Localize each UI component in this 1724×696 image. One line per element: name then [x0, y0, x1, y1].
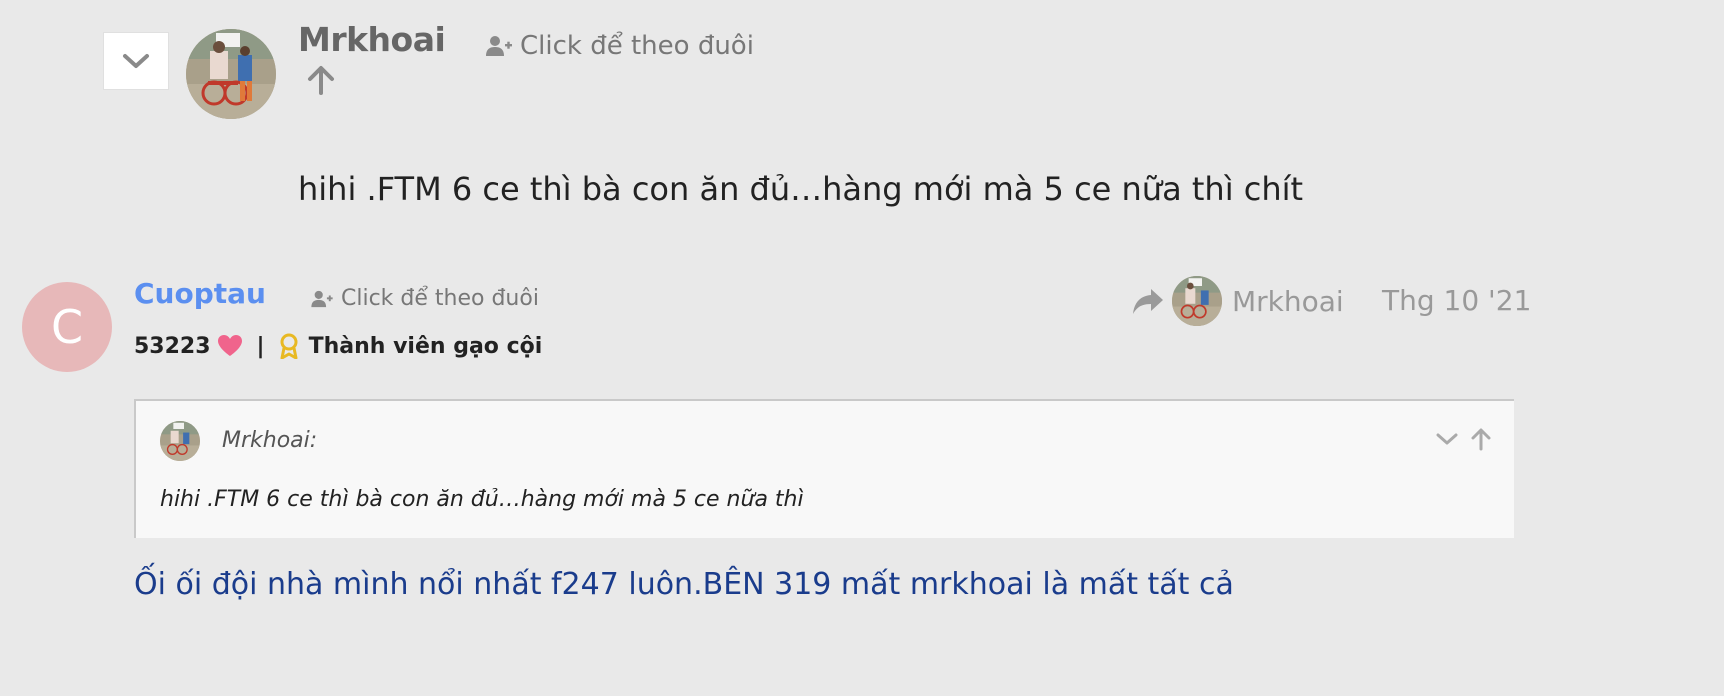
follow-button[interactable]: Click để theo đuôi [486, 31, 754, 61]
reply-author-name[interactable]: Cuoptau [134, 277, 266, 310]
post-timestamp[interactable]: Thg 10 '21 [1382, 284, 1531, 317]
parent-author-name[interactable]: Mrkhoai [298, 20, 446, 59]
user-plus-icon [311, 290, 333, 307]
quote-author-avatar [160, 421, 200, 461]
reply-to-link[interactable]: Mrkhoai [1132, 276, 1344, 326]
quote-block: Mrkhoai: hihi .FTM 6 ce thì bà con ăn đủ… [134, 399, 1514, 538]
collapse-button[interactable] [103, 32, 169, 90]
chevron-down-icon [123, 54, 149, 68]
chevron-down-icon[interactable] [1436, 432, 1458, 446]
share-arrow-icon [1133, 289, 1163, 314]
quote-author-name: Mrkhoai: [222, 428, 318, 453]
parent-post-text: hihi .FTM 6 ce thì bà con ăn đủ…hàng mới… [298, 170, 1304, 208]
upvote-button[interactable] [306, 64, 336, 100]
reply-post-text: Ối ối đội nhà mình nổi nhất f247 luôn.BÊ… [134, 567, 1234, 602]
reply-author-avatar[interactable]: C [22, 282, 112, 372]
heart-icon [217, 335, 242, 356]
user-plus-icon [486, 36, 512, 56]
follow-label: Click để theo đuôi [520, 31, 754, 61]
stats-separator: | [256, 333, 265, 359]
arrow-up-icon[interactable] [1470, 427, 1492, 451]
award-icon [280, 333, 298, 359]
follow-label: Click để theo đuôi [341, 286, 539, 311]
quote-text: hihi .FTM 6 ce thì bà con ăn đủ…hàng mới… [160, 487, 804, 512]
reply-follow-button[interactable]: Click để theo đuôi [311, 286, 539, 311]
author-stats: 53223 | Thành viên gạo cội [134, 333, 542, 359]
parent-author-avatar[interactable] [186, 29, 276, 119]
quote-controls [1436, 427, 1492, 451]
reply-to-name: Mrkhoai [1232, 284, 1344, 318]
arrow-up-icon [308, 66, 334, 95]
reply-to-avatar [1172, 276, 1222, 326]
member-rank: Thành viên gạo cội [308, 333, 543, 359]
points-count: 53223 [134, 333, 211, 359]
